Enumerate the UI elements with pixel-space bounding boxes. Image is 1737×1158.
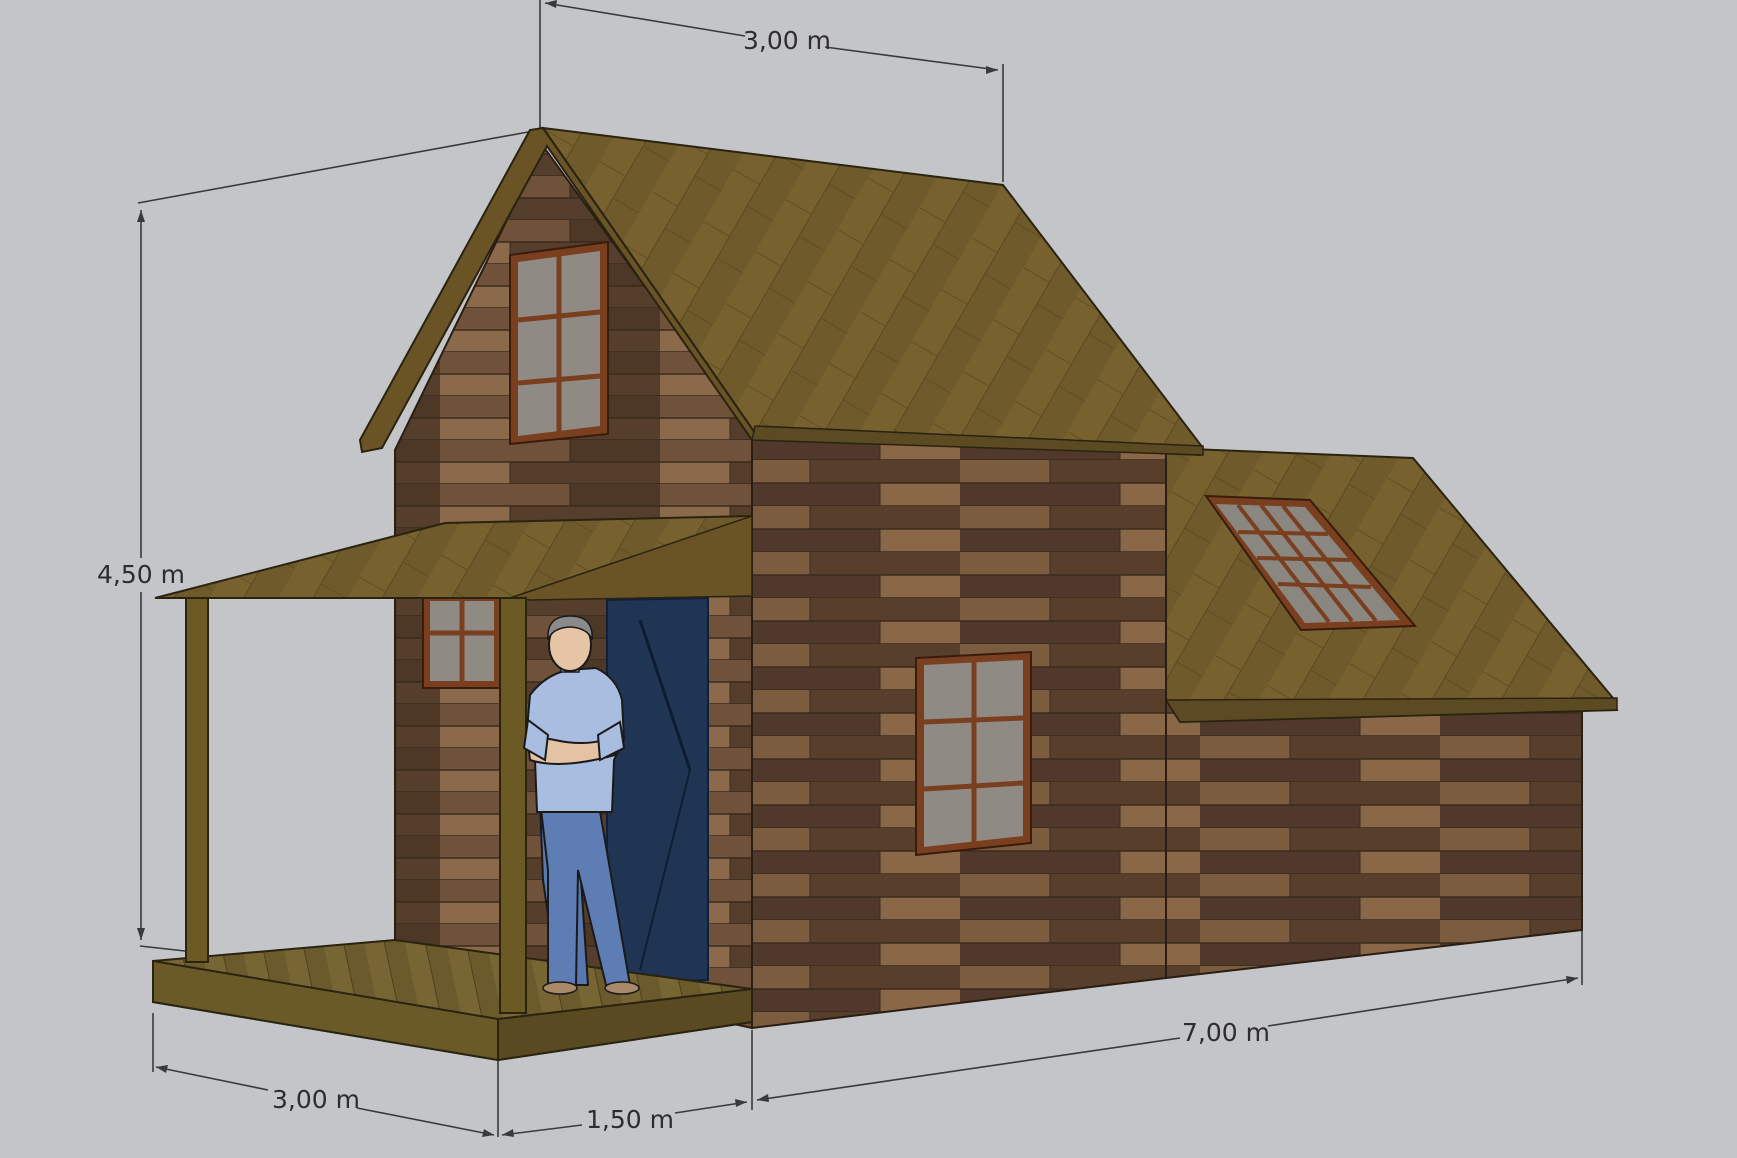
dim-porch-width-label: 3,00 m — [272, 1085, 360, 1114]
porch-post-left — [185, 597, 209, 963]
dim-length-label: 7,00 m — [1182, 1018, 1270, 1047]
annex-wing — [1164, 446, 1619, 980]
gable-window — [509, 240, 609, 446]
house-model-diagram: 3,00 m 4,50 m 3,00 m 1,50 m 7,00 m — [97, 0, 1619, 1137]
annex-roof — [1165, 446, 1619, 724]
porch-window — [422, 594, 501, 689]
dim-roof-width-label: 3,00 m — [743, 26, 831, 55]
dim-porch-depth-label: 1,50 m — [586, 1105, 674, 1134]
porch-post-right — [499, 597, 527, 1014]
front-door — [606, 596, 709, 984]
annex-wall — [1165, 699, 1583, 980]
dim-height-label: 4,50 m — [97, 560, 185, 589]
side-window — [915, 650, 1032, 857]
